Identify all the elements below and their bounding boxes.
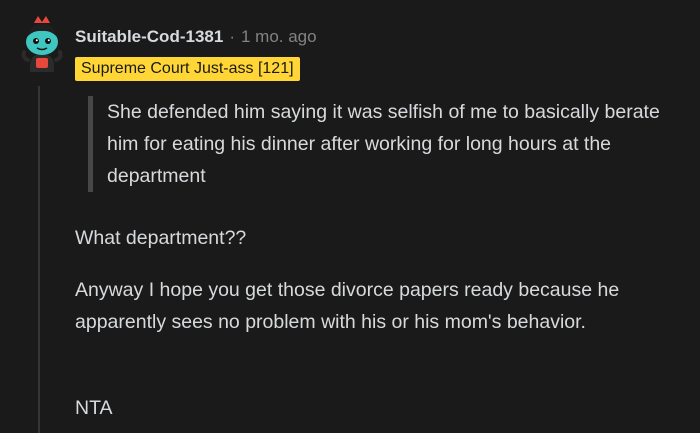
- blockquote: She defended him saying it was selfish o…: [88, 96, 688, 192]
- comment-paragraph: Anyway I hope you get those divorce pape…: [75, 279, 620, 333]
- comment: Suitable-Cod-1381 · 1 mo. ago Supreme Co…: [0, 0, 700, 433]
- comment-meta: Suitable-Cod-1381 · 1 mo. ago: [75, 24, 317, 50]
- comment-paragraph: NTA: [75, 397, 113, 419]
- user-avatar-icon[interactable]: [16, 14, 68, 74]
- meta-separator: ·: [229, 27, 235, 46]
- timestamp[interactable]: 1 mo. ago: [241, 27, 317, 47]
- thread-line[interactable]: [38, 86, 40, 433]
- comment-paragraph: What department??: [75, 227, 247, 249]
- user-flair: Supreme Court Just-ass [121]: [75, 57, 300, 81]
- username-link[interactable]: Suitable-Cod-1381: [75, 27, 223, 47]
